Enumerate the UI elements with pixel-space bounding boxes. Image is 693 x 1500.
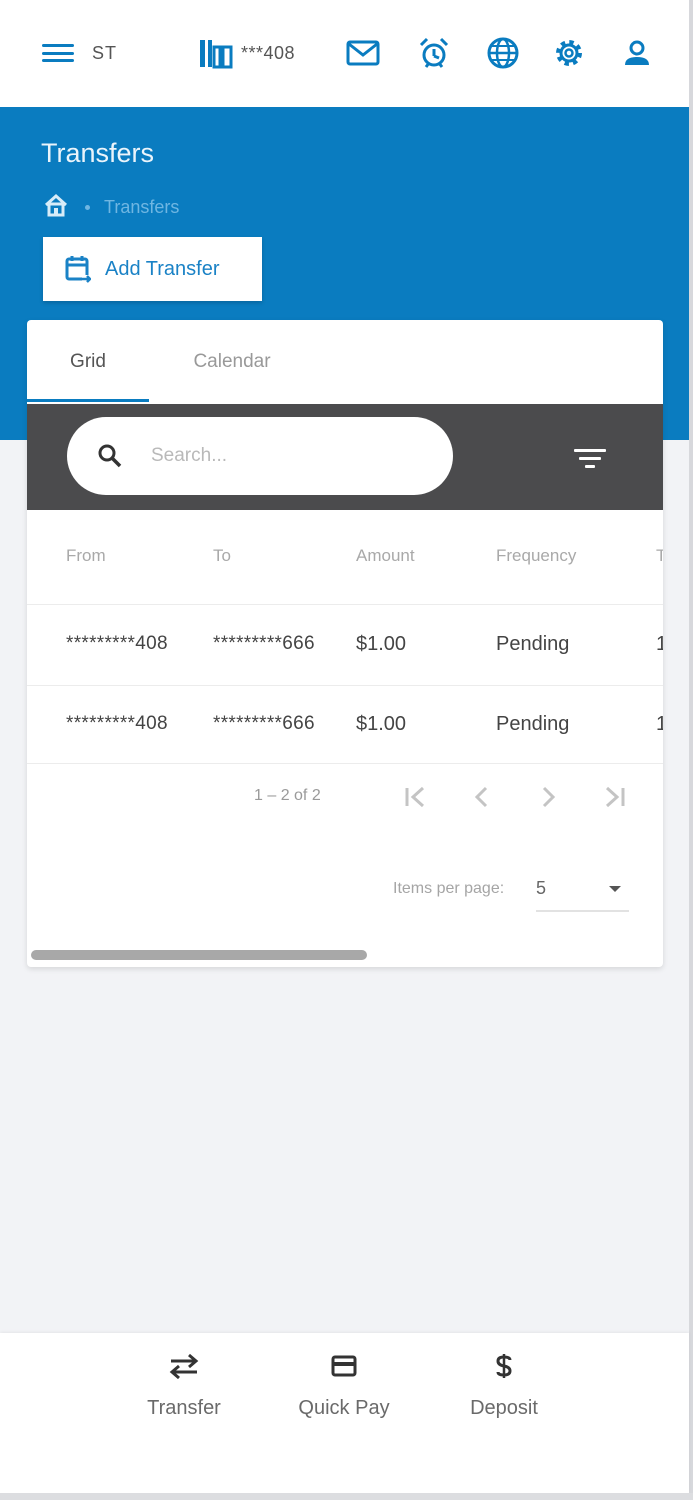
items-per-page-select[interactable]: 5 (536, 872, 629, 912)
account-number: ***408 (241, 42, 296, 63)
top-app-bar: ST ***408 (0, 0, 689, 107)
bank-icon (200, 40, 233, 69)
transfers-card: Grid Calendar From To Amount Frequency T… (27, 320, 663, 967)
profile-button[interactable] (619, 35, 655, 71)
home-icon (44, 193, 68, 217)
pagination-range: 1 – 2 of 2 (254, 787, 321, 804)
nav-deposit-label: Deposit (470, 1397, 538, 1419)
language-button[interactable] (485, 35, 521, 71)
nav-transfer-label: Transfer (147, 1397, 221, 1419)
calendar-add-icon (65, 256, 91, 283)
table-toolbar (27, 404, 663, 510)
breadcrumb-current: Transfers (104, 197, 180, 217)
column-header-truncated[interactable]: T (656, 546, 663, 566)
mail-icon (346, 40, 380, 66)
tab-calendar[interactable]: Calendar (167, 320, 297, 403)
breadcrumb: Transfers (43, 193, 179, 222)
add-transfer-button[interactable]: Add Transfer (43, 237, 262, 301)
chevron-right-icon (542, 786, 556, 808)
user-icon (625, 40, 649, 65)
menu-button[interactable]: ST (42, 40, 117, 66)
filter-icon (574, 448, 606, 452)
column-header-to[interactable]: To (213, 546, 231, 566)
column-header-amount[interactable]: Amount (356, 546, 415, 566)
cell-from: *********408 (66, 633, 168, 654)
globe-icon (487, 37, 519, 69)
settings-icon (556, 40, 582, 66)
last-page-button[interactable] (594, 780, 634, 814)
alerts-button[interactable] (416, 35, 452, 71)
tab-grid[interactable]: Grid (27, 320, 149, 403)
cell-truncated: 1 (656, 713, 663, 735)
user-initials: ST (92, 42, 118, 63)
horizontal-scrollbar[interactable] (31, 950, 367, 960)
row-divider (27, 604, 663, 605)
active-tab-indicator (27, 399, 149, 402)
first-page-icon (405, 786, 425, 808)
window-edge (689, 0, 693, 1500)
filter-button[interactable] (573, 444, 607, 472)
items-per-page-label: Items per page: (393, 880, 505, 897)
cell-frequency: Pending (496, 713, 570, 735)
last-page-icon (605, 786, 625, 808)
cell-frequency: Pending (496, 633, 570, 655)
search-input[interactable] (151, 445, 431, 467)
items-per-page-value: 5 (536, 878, 547, 898)
cell-amount: $1.00 (356, 713, 407, 735)
cell-from: *********408 (66, 713, 168, 734)
add-transfer-label: Add Transfer (105, 257, 220, 280)
search-icon (98, 444, 122, 468)
search-box (67, 417, 453, 495)
view-tabs: Grid Calendar (27, 320, 663, 403)
bottom-navigation: Transfer Quick Pay Deposit (0, 1333, 689, 1493)
page-title: Transfers (41, 138, 155, 168)
breadcrumb-separator (85, 205, 90, 210)
nav-deposit[interactable]: Deposit (434, 1351, 574, 1420)
messages-button[interactable] (345, 35, 381, 71)
alarm-icon (419, 37, 449, 68)
first-page-button[interactable] (396, 780, 436, 814)
previous-page-button[interactable] (462, 780, 502, 814)
menu-icon (42, 42, 74, 64)
home-breadcrumb-link[interactable] (43, 193, 69, 222)
nav-quick-pay-label: Quick Pay (298, 1397, 390, 1419)
cell-amount: $1.00 (356, 633, 407, 655)
next-page-button[interactable] (528, 780, 568, 814)
column-header-frequency[interactable]: Frequency (496, 546, 576, 566)
cell-truncated: 1 (656, 633, 663, 655)
credit-card-icon (331, 1355, 357, 1377)
cell-to: *********666 (213, 713, 315, 734)
swap-arrows-icon (169, 1353, 199, 1379)
settings-button[interactable] (551, 35, 587, 71)
screen-bottom-edge (0, 1493, 693, 1500)
cell-to: *********666 (213, 633, 315, 654)
chevron-down-icon (609, 886, 621, 892)
nav-transfer[interactable]: Transfer (114, 1351, 254, 1420)
dollar-icon (496, 1354, 512, 1378)
nav-quick-pay[interactable]: Quick Pay (274, 1351, 414, 1420)
column-header-from[interactable]: From (66, 546, 106, 566)
chevron-left-icon (474, 786, 488, 808)
row-divider (27, 685, 663, 686)
account-selector[interactable]: ***408 (199, 36, 295, 70)
row-divider (27, 763, 663, 764)
